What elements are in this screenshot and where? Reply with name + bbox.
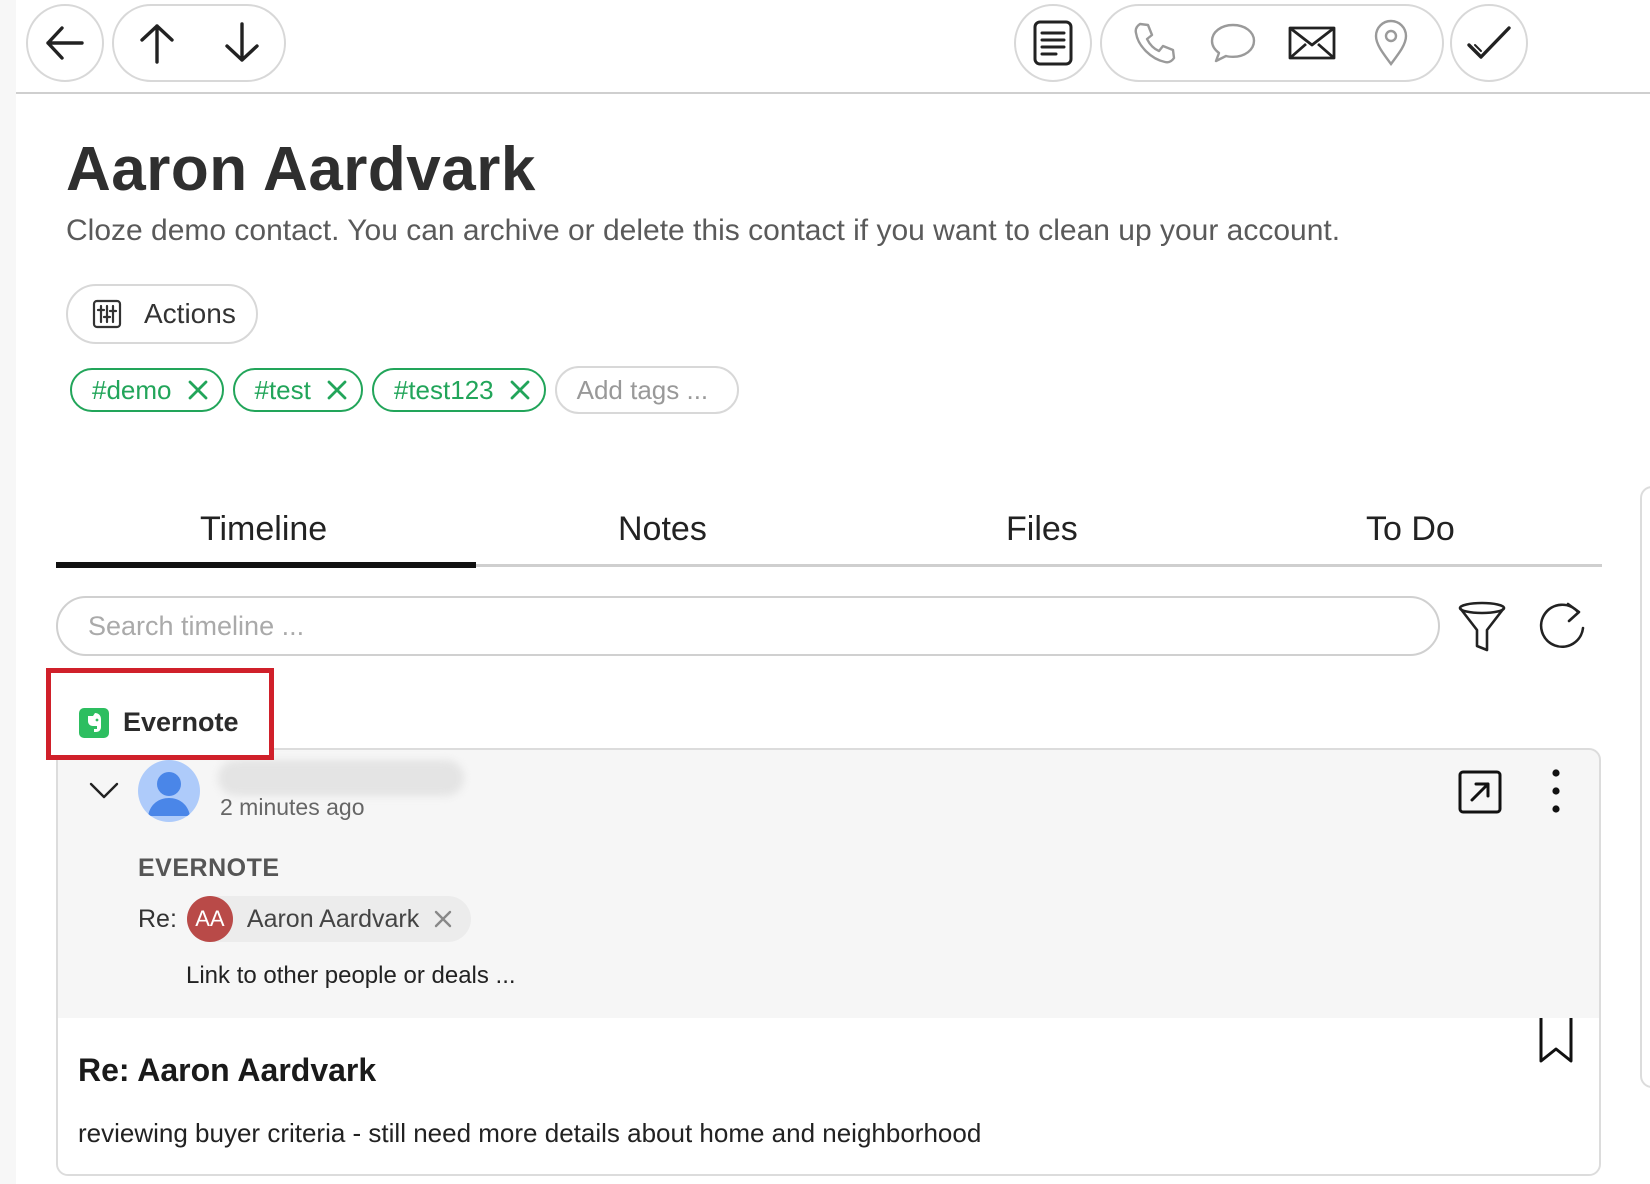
tag-list: #demo #test #test123 Add tags ... <box>70 366 739 414</box>
note-button[interactable] <box>1014 4 1092 82</box>
regarding-label: Re: <box>138 904 177 933</box>
open-entry-button[interactable] <box>1456 768 1504 816</box>
remove-tag-button[interactable] <box>325 378 349 402</box>
unlink-person-button[interactable] <box>433 909 453 929</box>
chevron-down-icon <box>89 782 119 799</box>
left-strip <box>0 0 16 1184</box>
tag-label: #test <box>254 374 311 405</box>
checkmark-icon <box>1467 26 1511 59</box>
tab-bar: Timeline Notes Files To Do <box>56 494 1602 570</box>
source-highlight-box: Evernote <box>46 668 274 760</box>
active-tab-indicator <box>56 562 476 568</box>
collapse-button[interactable] <box>84 770 124 810</box>
author-name-redacted <box>218 760 464 796</box>
refresh-icon <box>1539 602 1585 649</box>
phone-icon <box>1134 22 1175 64</box>
tag-label: #demo <box>92 374 172 405</box>
task-button[interactable] <box>1450 4 1528 82</box>
side-panel-edge <box>1640 486 1650 1088</box>
tag-label: #test123 <box>393 374 494 405</box>
source-label: Evernote <box>79 707 239 738</box>
user-icon <box>148 772 190 816</box>
regarding-row: Re: AA Aaron Aardvark <box>138 896 472 942</box>
external-link-icon <box>1458 770 1502 814</box>
top-toolbar <box>16 0 1650 94</box>
linked-person-chip[interactable]: AA Aaron Aardvark <box>186 896 472 942</box>
evernote-logo-icon <box>79 707 109 738</box>
email-button[interactable] <box>1282 13 1342 73</box>
tab-timeline[interactable]: Timeline <box>200 510 327 549</box>
source-name: Evernote <box>123 707 239 737</box>
tab-todo[interactable]: To Do <box>1366 510 1455 549</box>
arrow-down-icon <box>224 22 259 62</box>
chat-bubble-icon <box>1210 23 1255 63</box>
document-icon <box>1033 20 1073 66</box>
linked-person-name: Aaron Aardvark <box>246 904 420 933</box>
filter-button[interactable] <box>1454 598 1510 654</box>
add-tags-input[interactable]: Add tags ... <box>554 366 739 414</box>
close-icon <box>327 380 347 400</box>
contact-description: Cloze demo contact. You can archive or d… <box>66 214 1341 247</box>
tag-chip[interactable]: #test123 <box>371 368 546 412</box>
refresh-button[interactable] <box>1534 598 1590 654</box>
tag-chip[interactable]: #demo <box>70 368 224 412</box>
back-button[interactable] <box>26 4 104 82</box>
remove-tag-button[interactable] <box>508 378 532 402</box>
map-pin-icon <box>1374 19 1407 67</box>
entry-content: Re: Aaron Aardvark reviewing buyer crite… <box>58 1018 1599 1174</box>
bookmark-icon <box>1539 1018 1573 1063</box>
more-vertical-icon <box>1552 769 1560 813</box>
actions-label: Actions <box>144 298 236 329</box>
arrow-up-icon <box>139 24 174 64</box>
close-icon <box>188 380 207 400</box>
tag-chip[interactable]: #test <box>232 368 363 412</box>
call-button[interactable] <box>1124 13 1184 73</box>
message-button[interactable] <box>1203 13 1263 73</box>
link-people-or-deals-input[interactable]: Link to other people or deals ... <box>186 962 516 990</box>
tab-notes[interactable]: Notes <box>618 510 707 549</box>
entry-timestamp: 2 minutes ago <box>220 794 365 820</box>
envelope-icon <box>1288 26 1335 60</box>
person-initials-avatar: AA <box>186 896 233 942</box>
location-button[interactable] <box>1361 13 1421 73</box>
previous-button[interactable] <box>127 13 187 73</box>
close-icon <box>510 380 530 400</box>
close-icon <box>435 910 452 928</box>
remove-tag-button[interactable] <box>186 378 210 402</box>
nav-prev-next-group <box>112 4 286 82</box>
entry-title: Re: Aaron Aardvark <box>78 1052 377 1088</box>
next-button[interactable] <box>212 13 272 73</box>
entry-type-label: EVERNOTE <box>138 854 280 882</box>
author-avatar <box>138 760 200 822</box>
communication-group <box>1100 4 1444 82</box>
funnel-icon <box>1458 601 1506 652</box>
tab-files[interactable]: Files <box>1006 510 1078 549</box>
arrow-left-icon <box>46 26 84 60</box>
actions-button[interactable]: Actions <box>66 284 258 344</box>
entry-text: reviewing buyer criteria - still need mo… <box>78 1118 982 1148</box>
contact-name: Aaron Aardvark <box>66 135 536 204</box>
more-options-button[interactable] <box>1546 766 1566 816</box>
sliders-icon <box>92 299 122 329</box>
timeline-entry-card: 2 minutes ago EVERNOTE Re: AA Aaron Aard… <box>56 748 1601 1176</box>
search-timeline-input[interactable] <box>56 596 1440 656</box>
bookmark-button[interactable] <box>1538 1018 1574 1064</box>
